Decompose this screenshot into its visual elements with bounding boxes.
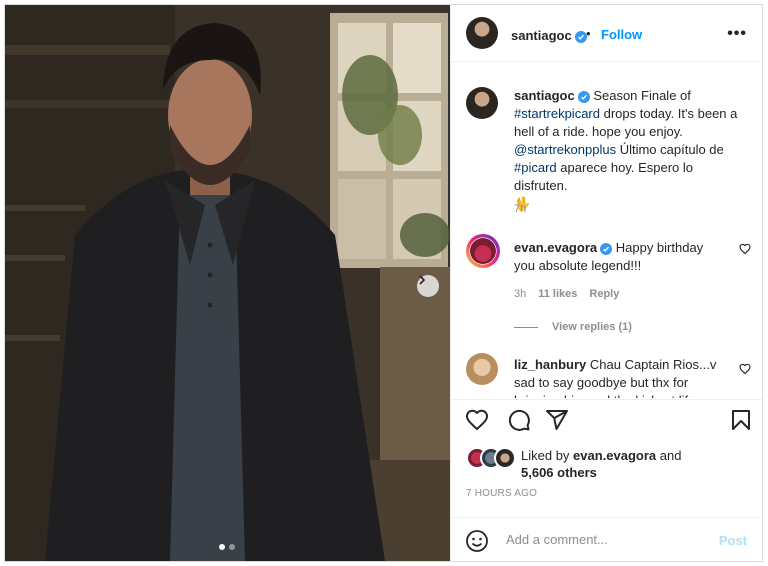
view-replies-label[interactable]: View replies (1) bbox=[552, 321, 632, 333]
post-sidebar: santiagoc • Follow ••• santiagoc Season … bbox=[450, 5, 762, 561]
author-username-text[interactable]: santiagoc bbox=[511, 28, 572, 43]
comment-2: liz_hanbury Chau Captain Rios...v sad to… bbox=[514, 356, 724, 398]
caption-timestamp[interactable]: 7h bbox=[514, 203, 526, 215]
carousel-dot bbox=[229, 544, 235, 550]
carousel-next-button[interactable] bbox=[417, 275, 439, 297]
heart-icon[interactable] bbox=[739, 363, 751, 375]
comment-input[interactable] bbox=[506, 528, 706, 550]
verified-badge-icon bbox=[600, 243, 613, 255]
avatar[interactable] bbox=[466, 17, 498, 49]
post-modal: santiagoc • Follow ••• santiagoc Season … bbox=[4, 4, 763, 562]
replies-divider bbox=[514, 326, 538, 328]
action-bar bbox=[451, 399, 762, 445]
comment-meta: 3h 11 likes Reply bbox=[514, 288, 619, 300]
carousel-dot-active bbox=[219, 544, 225, 550]
view-replies-button[interactable]: View replies (1) bbox=[514, 321, 632, 333]
caption-text: Último capítulo de bbox=[619, 142, 724, 157]
liked-by-conjunction: and bbox=[659, 448, 682, 463]
hashtag-link[interactable]: #picard bbox=[514, 160, 557, 175]
comment-username[interactable]: liz_hanbury bbox=[514, 357, 586, 372]
heart-icon[interactable] bbox=[739, 243, 751, 255]
mention-link[interactable]: @startrekonpplus bbox=[514, 142, 616, 157]
comment-username[interactable]: evan.evagora bbox=[514, 240, 597, 255]
liked-by-others-link[interactable]: 5,606 others bbox=[521, 465, 597, 480]
bookmark-icon[interactable] bbox=[730, 408, 752, 432]
post-header: santiagoc • Follow ••• bbox=[451, 5, 762, 62]
carousel-dots bbox=[219, 544, 235, 550]
liked-by-text: Liked by evan.evagora and 5,606 others bbox=[521, 447, 751, 481]
caption: santiagoc Season Finale of #startrekpica… bbox=[514, 87, 749, 213]
caption-avatar[interactable] bbox=[466, 87, 498, 119]
hashtag-link[interactable]: #startrekpicard bbox=[514, 106, 600, 121]
post-photo[interactable] bbox=[5, 5, 450, 561]
avatar[interactable] bbox=[466, 353, 498, 385]
liked-by-user-link[interactable]: evan.evagora bbox=[573, 448, 656, 463]
chevron-right-icon bbox=[419, 275, 426, 285]
caption-text: Season Finale of bbox=[593, 88, 691, 103]
post-comment-button[interactable]: Post bbox=[719, 533, 747, 548]
comment-icon[interactable] bbox=[507, 408, 531, 432]
comment-timestamp[interactable]: 3h bbox=[514, 288, 526, 300]
comment-likes-link[interactable]: 11 likes bbox=[538, 288, 577, 300]
photo-illustration bbox=[5, 5, 450, 561]
comment-1: evan.evagora Happy birthday you absolute… bbox=[514, 239, 724, 275]
add-comment-bar: Post bbox=[451, 517, 762, 561]
emoji-icon[interactable] bbox=[465, 529, 489, 553]
follow-button[interactable]: Follow bbox=[601, 27, 642, 42]
caption-username[interactable]: santiagoc bbox=[514, 88, 575, 103]
comments-section[interactable]: santiagoc Season Finale of #startrekpica… bbox=[451, 63, 762, 398]
author-username[interactable]: santiagoc bbox=[511, 27, 587, 45]
avatar[interactable] bbox=[470, 238, 496, 264]
verified-badge-icon bbox=[574, 31, 587, 43]
share-icon[interactable] bbox=[545, 408, 569, 432]
verified-badge-icon bbox=[577, 91, 590, 103]
avatar[interactable] bbox=[494, 447, 516, 469]
more-options-icon[interactable]: ••• bbox=[727, 25, 747, 43]
reply-button[interactable]: Reply bbox=[589, 288, 619, 300]
heart-icon[interactable] bbox=[465, 408, 489, 432]
post-timestamp[interactable]: 7 HOURS AGO bbox=[466, 488, 537, 499]
separator-bullet: • bbox=[586, 26, 591, 41]
liked-by-prefix: Liked by bbox=[521, 448, 570, 463]
